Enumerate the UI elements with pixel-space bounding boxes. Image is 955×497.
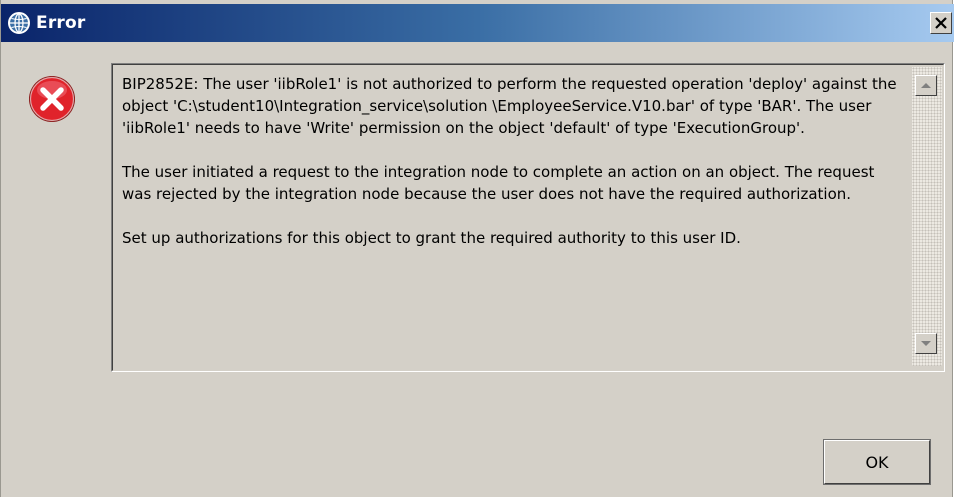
arrow-down-icon [921, 341, 931, 346]
title-bar[interactable]: Error [1, 4, 954, 42]
error-dialog: Error BIP2852E: The user 'iibRole1' is n… [0, 0, 954, 497]
window-title: Error [36, 13, 86, 33]
close-icon [935, 17, 947, 29]
arrow-up-icon [921, 83, 931, 88]
scroll-up-button[interactable] [915, 75, 937, 96]
scroll-down-button[interactable] [915, 333, 937, 354]
ok-button[interactable]: OK [824, 440, 930, 484]
message-paragraph: BIP2852E: The user 'iibRole1' is not aut… [122, 75, 897, 137]
vertical-scrollbar[interactable] [912, 67, 942, 366]
error-icon [29, 76, 75, 122]
message-paragraph: The user initiated a request to the inte… [122, 163, 875, 203]
globe-icon [8, 12, 30, 34]
close-button[interactable] [930, 12, 952, 34]
message-text-area[interactable]: BIP2852E: The user 'iibRole1' is not aut… [111, 63, 945, 372]
message-text: BIP2852E: The user 'iibRole1' is not aut… [122, 73, 906, 271]
message-paragraph: Set up authorizations for this object to… [122, 229, 741, 247]
